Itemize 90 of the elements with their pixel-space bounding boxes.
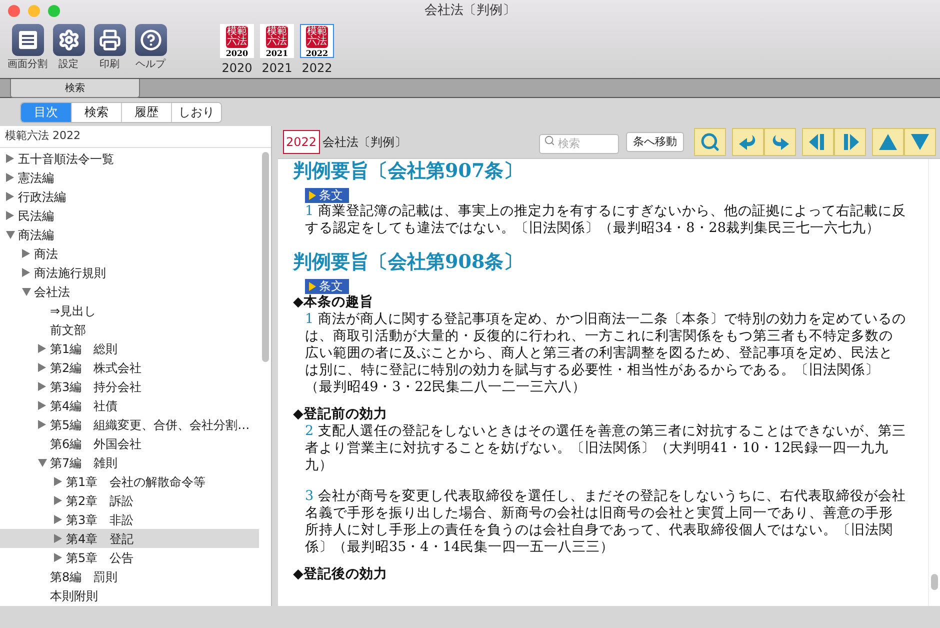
article-link[interactable]: 条文 xyxy=(305,188,349,203)
collapsed-triangle-icon[interactable] xyxy=(22,268,30,277)
tree-item[interactable]: 第1章 会社の解散命令等 xyxy=(0,472,259,491)
window-title: 会社法〔判例〕 xyxy=(424,2,516,20)
tab[interactable]: 検索 xyxy=(10,79,140,98)
curved-arrow-right-icon xyxy=(770,133,790,151)
collapsed-triangle-icon[interactable] xyxy=(54,515,62,524)
tree-item[interactable]: ⇒見出し xyxy=(0,301,259,320)
tree-item[interactable]: 第1編 総則 xyxy=(0,339,259,358)
settings-icon xyxy=(58,29,80,51)
collapsed-triangle-icon[interactable] xyxy=(38,382,46,391)
back-button[interactable] xyxy=(732,128,764,156)
subheading: ◆登記前の効力 xyxy=(293,406,388,423)
tree-item[interactable]: 商法編 xyxy=(0,225,259,244)
paragraph: 3 会社が商号を変更し代表取締役を選任し、まだその登記をしないうちに、右代表取締役が会社名義で手形を振り出した場合、新商号の会社は旧商号の会社と実質上同一であり、善意の手形所持人に対し手形上の責任を負うのは会社自身であって、代表取締役個人ではない。〔旧法関係〕（最判昭35・4・14民集一四一五一八三三） xyxy=(304,488,906,556)
search-icon xyxy=(544,135,555,146)
search-button[interactable] xyxy=(694,128,726,156)
document-title: 会社法〔判例〕 xyxy=(322,134,407,151)
tree-item[interactable]: 商法施行規則 xyxy=(0,263,259,282)
tree-item[interactable]: 本則附則 xyxy=(0,586,259,605)
segment-tab[interactable]: しおり xyxy=(171,102,221,122)
section-heading: 判例要旨〔会社第908条〕 xyxy=(293,251,524,273)
scrollbar-thumb[interactable] xyxy=(262,152,268,362)
tree-item[interactable]: 第5章 公告 xyxy=(0,548,259,567)
tree-item[interactable]: 第5編 組織変更、合併、会社分割… xyxy=(0,415,259,434)
tree-item[interactable]: 五十音順法令一覧 xyxy=(0,149,259,168)
collapsed-triangle-icon[interactable] xyxy=(38,363,46,372)
split-screen-icon xyxy=(16,29,38,51)
section-heading: 判例要旨〔会社第907条〕 xyxy=(293,160,524,182)
tree-item[interactable]: 商法 xyxy=(0,244,259,263)
tree-item[interactable]: 前文部 xyxy=(0,320,259,339)
book-cover-icon: 模範六法 2022 xyxy=(300,24,334,58)
tree-item[interactable]: 会社法 xyxy=(0,282,259,301)
collapsed-triangle-icon[interactable] xyxy=(54,477,62,486)
collapsed-triangle-icon[interactable] xyxy=(38,344,46,353)
curved-arrow-left-icon xyxy=(738,133,758,151)
previous-button[interactable] xyxy=(802,128,834,156)
expanded-triangle-icon[interactable] xyxy=(6,230,15,238)
tree-item[interactable]: 第8編 罰則 xyxy=(0,567,259,586)
next-button[interactable] xyxy=(834,128,866,156)
play-triangle-icon xyxy=(309,191,316,200)
scrollbar-thumb[interactable] xyxy=(931,574,938,590)
paragraph: 1 商法が商人に関する登記事項を定め、かつ旧商法一二条〔本条〕で特別の効力を定めているのは、商取引活動が大量的・反復的に行われ、一方これに利害関係をもつ第三者も不特定多数の広い範囲の者に及ぶことから、商人と第三者の利害調整を図るため、登記事項を定め、民法とは別に、特に登記に特別の効力を賦与する必要性・相当性があるからである。〔旧法関係〕（最判昭49・3・22民集二八一二一三六八） xyxy=(304,311,906,396)
tree-item[interactable]: 民法編 xyxy=(0,206,259,225)
up-button[interactable] xyxy=(872,128,904,156)
expanded-triangle-icon[interactable] xyxy=(22,288,31,296)
search-icon xyxy=(700,132,720,152)
help-icon xyxy=(140,29,162,51)
book-cover-icon: 模範六法 2020 xyxy=(220,24,254,58)
collapsed-triangle-icon[interactable] xyxy=(6,154,14,163)
subheading: ◆登記後の効力 xyxy=(293,566,388,583)
tree-item[interactable]: 第2章 訴訟 xyxy=(0,491,259,510)
collapsed-triangle-icon[interactable] xyxy=(22,249,30,258)
year-badge: 2022 xyxy=(283,130,320,154)
tree-item[interactable]: 行政法編 xyxy=(0,187,259,206)
collapsed-triangle-icon[interactable] xyxy=(6,211,14,220)
triangle-up-icon xyxy=(878,133,898,151)
collapsed-triangle-icon[interactable] xyxy=(54,534,62,543)
book-year-button[interactable]: 模範六法 2022 2022 xyxy=(297,24,337,77)
book-year-button[interactable]: 模範六法 2021 2021 xyxy=(257,24,297,77)
paragraph: 2 支配人選任の登記をしないときはその選任を善意の第三者に対抗することはできないが、第三者より営業主に対抗することを妨げない。〔旧法関係〕（大判明41・10・12民録一四一九九九） xyxy=(304,423,906,474)
down-button[interactable] xyxy=(904,128,936,156)
tree-item[interactable]: 第3章 非訟 xyxy=(0,510,259,529)
book-year-button[interactable]: 模範六法 2020 2020 xyxy=(217,24,257,77)
collapsed-triangle-icon[interactable] xyxy=(6,192,14,201)
tree-item[interactable]: 第4編 社債 xyxy=(0,396,259,415)
tree-item[interactable]: 第7編 雑則 xyxy=(0,453,259,472)
expanded-triangle-icon[interactable] xyxy=(38,458,47,466)
tree-item[interactable]: 第6編 外国会社 xyxy=(0,434,259,453)
collapsed-triangle-icon[interactable] xyxy=(54,553,62,562)
collapsed-triangle-icon[interactable] xyxy=(54,496,62,505)
play-triangle-icon xyxy=(309,282,316,291)
collapsed-triangle-icon[interactable] xyxy=(6,173,14,182)
search-field[interactable]: 検索 xyxy=(539,134,619,154)
jump-to-article-button[interactable]: 条へ移動 xyxy=(626,132,684,152)
triangle-down-icon xyxy=(910,133,930,151)
paragraph: 1 商業登記簿の記載は、事実上の推定力を有するにすぎないから、他の証拠によって右記載に反する認定をしても違法ではない。〔旧法関係〕（最判昭34・8・28裁判集民三七一六七九） xyxy=(304,203,906,237)
collapsed-triangle-icon[interactable] xyxy=(38,401,46,410)
tree-item[interactable]: 第4章 登記 xyxy=(0,529,259,548)
article-link[interactable]: 条文 xyxy=(305,279,349,294)
tree-item[interactable]: 憲法編 xyxy=(0,168,259,187)
collapsed-triangle-icon[interactable] xyxy=(38,420,46,429)
book-cover-icon: 模範六法 2021 xyxy=(260,24,294,58)
close-button[interactable] xyxy=(8,5,20,17)
subheading: ◆本条の趣旨 xyxy=(293,294,374,311)
printer-icon xyxy=(98,29,120,51)
tree-item[interactable]: 第2編 株式会社 xyxy=(0,358,259,377)
sidebar-header: 模範六法 2022 xyxy=(5,128,80,144)
forward-button[interactable] xyxy=(764,128,796,156)
tree-item[interactable]: 第3編 持分会社 xyxy=(0,377,259,396)
